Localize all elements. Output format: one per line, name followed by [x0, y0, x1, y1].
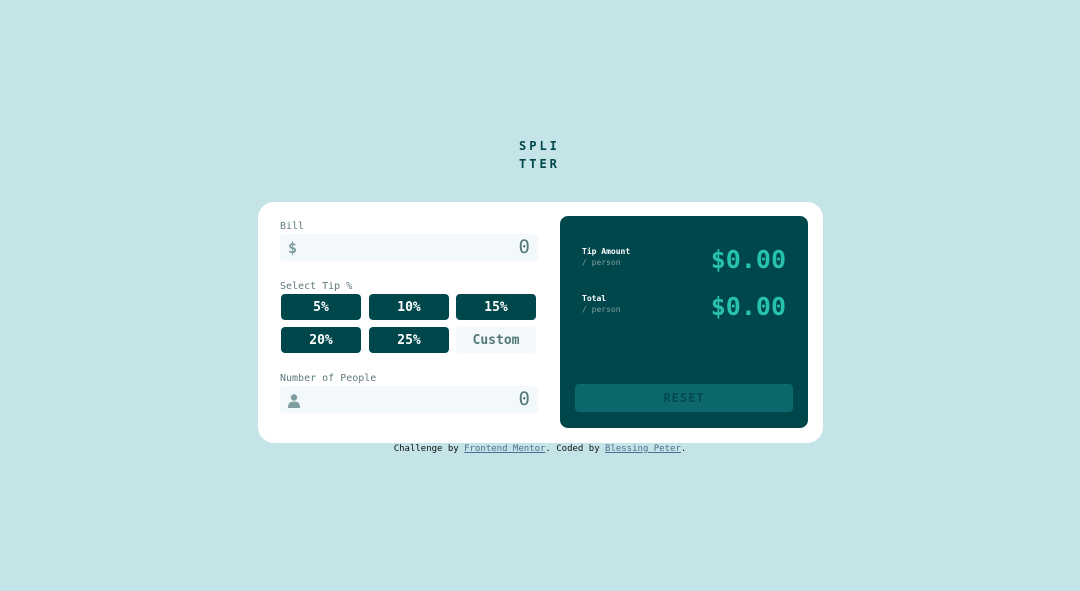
custom-tip-input[interactable]: Custom: [456, 327, 536, 353]
people-input[interactable]: 0: [280, 386, 538, 413]
tip-button-15[interactable]: 15%: [456, 294, 536, 320]
calculator-card: Bill $ 0 Select Tip % 5% 10% 15% 20% 25%…: [258, 202, 823, 443]
footer-prefix: Challenge by: [393, 444, 465, 454]
people-value: 0: [518, 388, 530, 410]
tip-amount-sub: / person: [582, 258, 621, 267]
total-sub: / person: [582, 305, 621, 314]
tip-button-25[interactable]: 25%: [369, 327, 449, 353]
results-panel: Tip Amount / person $0.00 Total / person…: [560, 216, 808, 428]
dollar-icon: $: [288, 239, 298, 257]
tip-amount-value: $0.00: [710, 245, 786, 274]
tip-button-20[interactable]: 20%: [281, 327, 361, 353]
person-icon: [288, 393, 300, 408]
tip-label: Select Tip %: [280, 281, 353, 292]
bill-label: Bill: [280, 221, 305, 232]
bill-input[interactable]: $ 0: [280, 234, 538, 261]
frontend-mentor-link[interactable]: Frontend Mentor: [464, 444, 545, 454]
reset-button[interactable]: RESET: [575, 384, 793, 412]
tip-amount-label: Tip Amount: [582, 247, 631, 256]
footer-attribution: Challenge by Frontend Mentor. Coded by B…: [0, 444, 1080, 454]
footer-suffix: .: [680, 444, 687, 454]
footer-middle: . Coded by: [545, 444, 606, 454]
total-label: Total: [582, 294, 607, 303]
app-logo: SPLITTER: [519, 139, 560, 171]
author-link[interactable]: Blessing Peter: [605, 444, 681, 454]
total-value: $0.00: [710, 292, 786, 321]
tip-button-5[interactable]: 5%: [281, 294, 361, 320]
people-label: Number of People: [280, 373, 377, 384]
tip-button-10[interactable]: 10%: [369, 294, 449, 320]
bill-value: 0: [518, 236, 530, 258]
